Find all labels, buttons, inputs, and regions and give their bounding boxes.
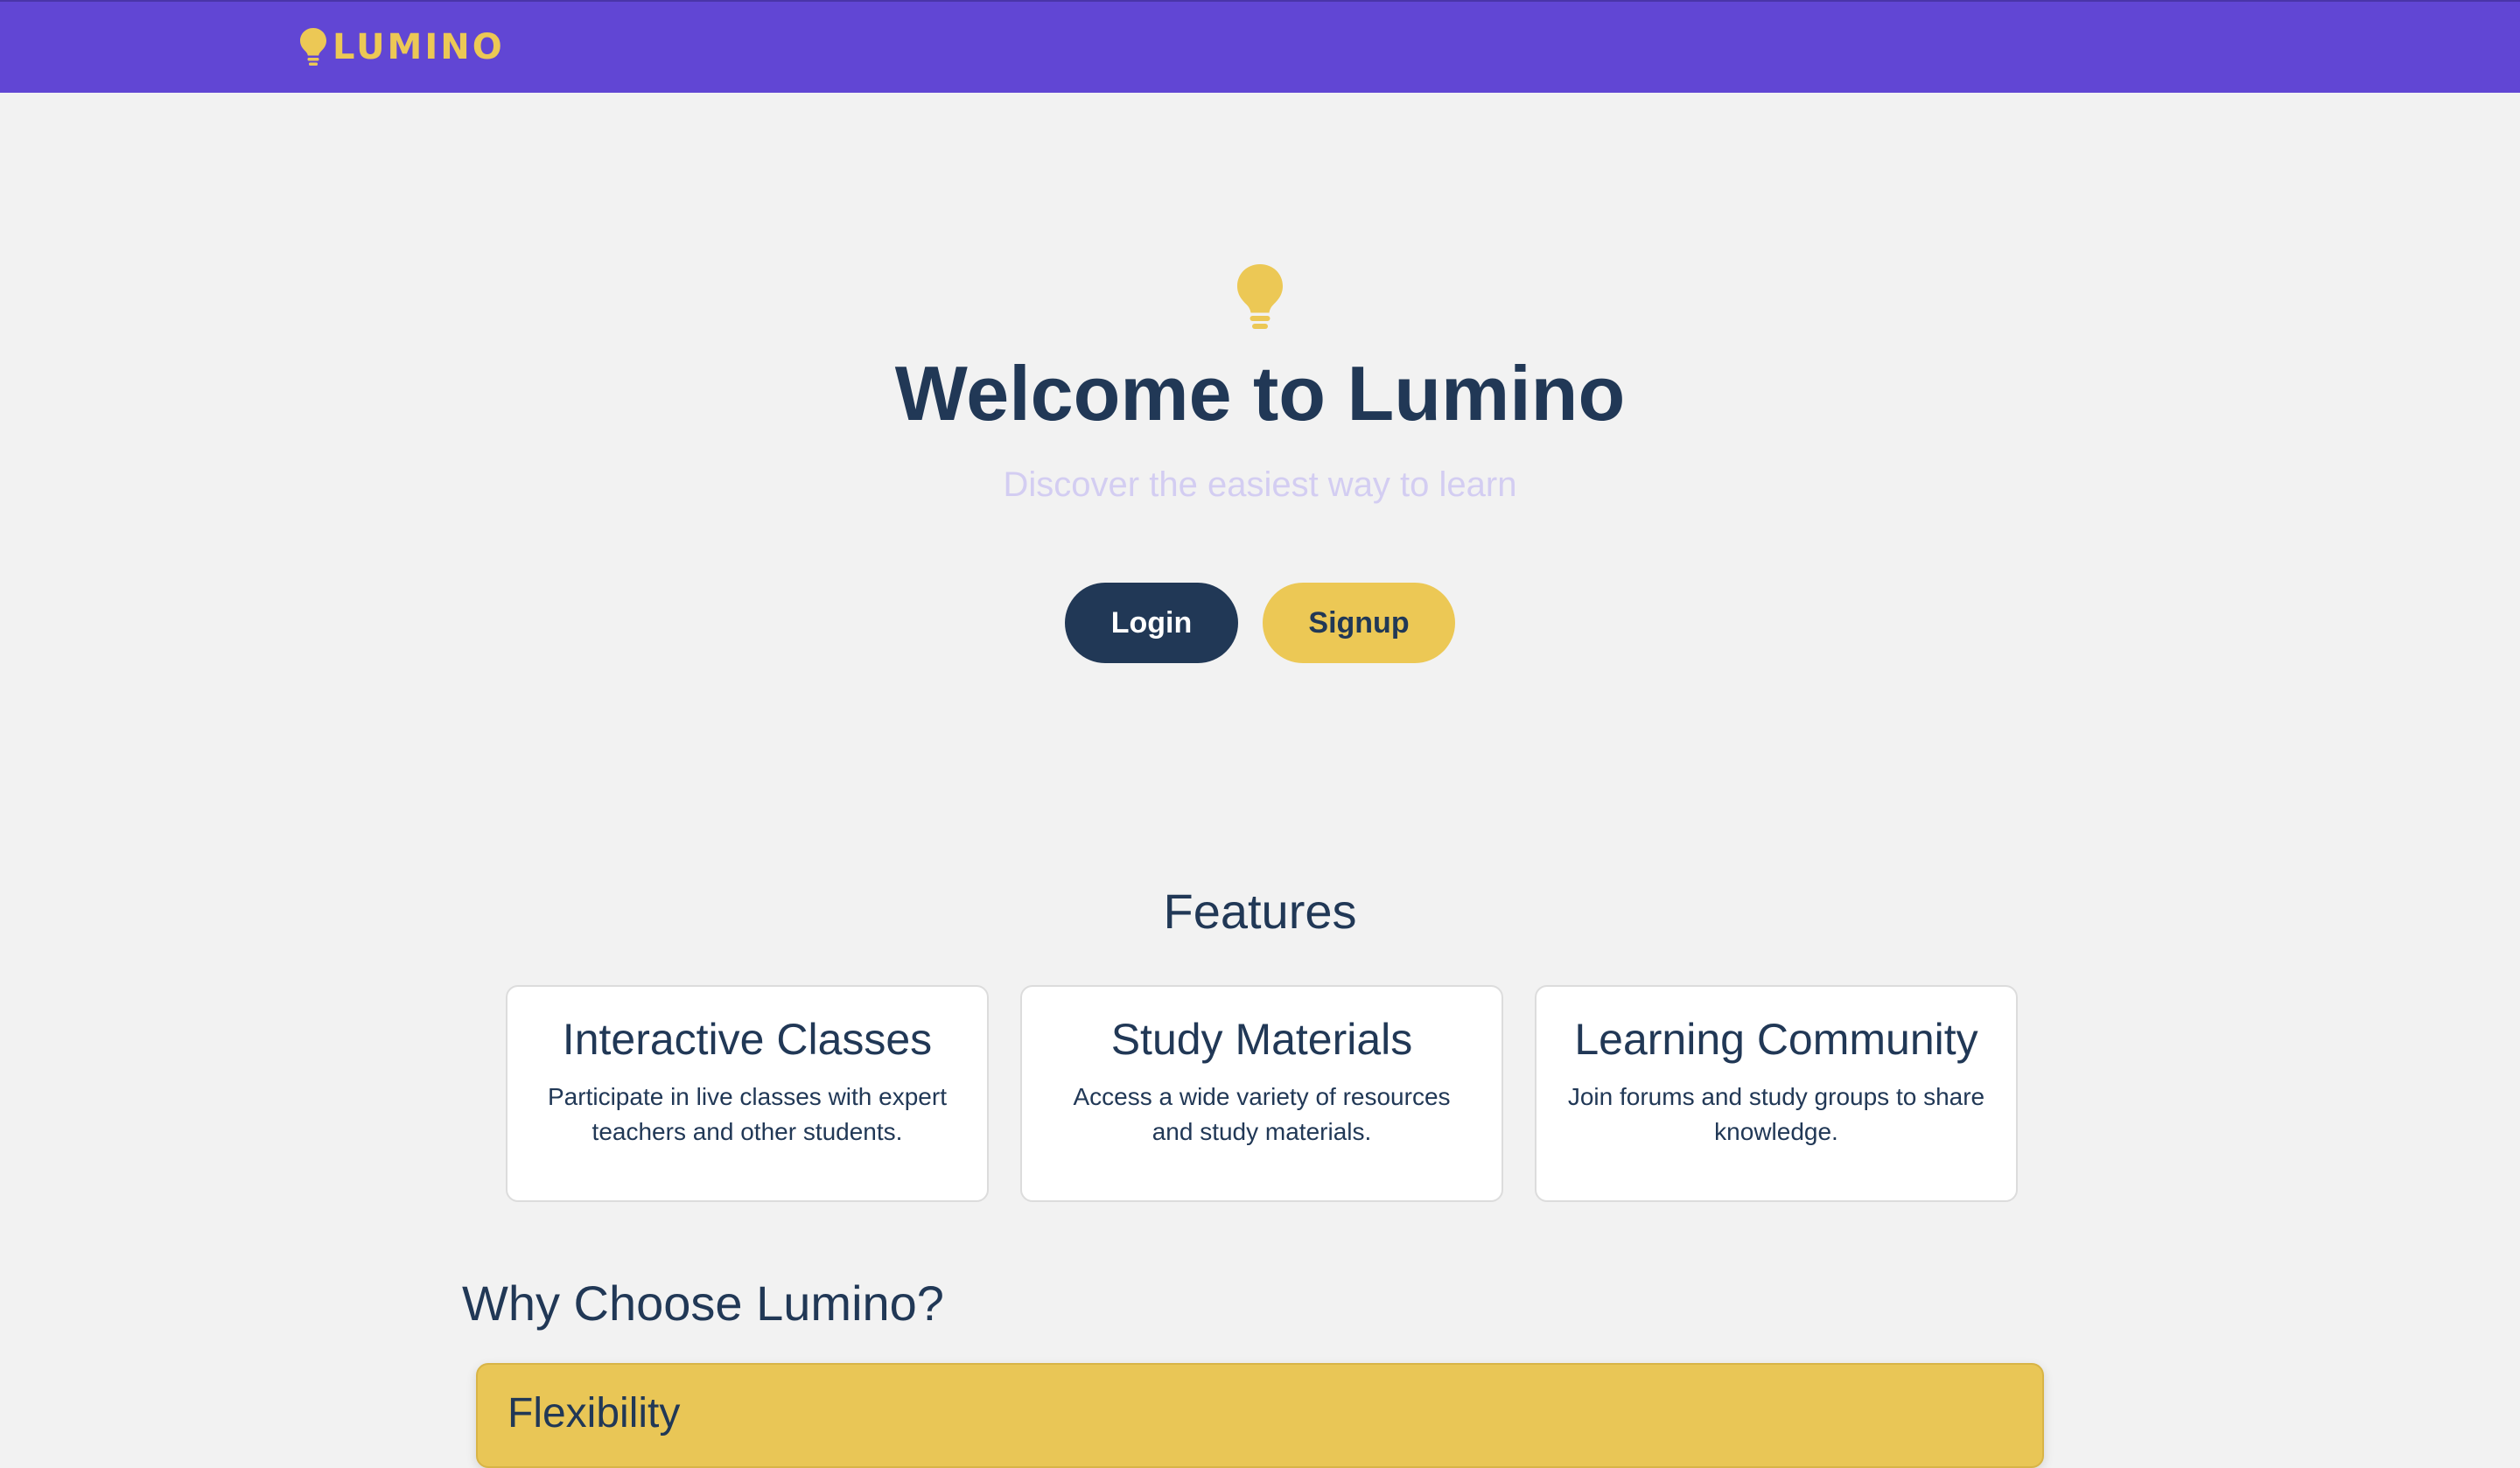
hero-title: Welcome to Lumino <box>894 350 1626 437</box>
features-heading: Features <box>1163 884 1357 939</box>
feature-card-title: Study Materials <box>1110 1015 1413 1064</box>
feature-card-description: Join forums and study groups to share kn… <box>1567 1083 1985 1145</box>
why-card-title: Flexibility <box>508 1390 681 1437</box>
lightbulb-icon <box>300 28 326 66</box>
top-navbar: LUMINO <box>0 0 2520 93</box>
feature-card-interactive-classes: Interactive Classes Participate in live … <box>506 985 989 1202</box>
hero-section: Welcome to Lumino Discover the easiest w… <box>0 262 2520 663</box>
brand-name: LUMINO <box>332 27 505 67</box>
feature-card-title: Interactive Classes <box>562 1015 933 1064</box>
lightbulb-icon <box>1237 264 1283 329</box>
brand-logo-link[interactable]: LUMINO <box>299 26 505 68</box>
feature-card-study-materials: Study Materials Access a wide variety of… <box>1020 985 1503 1202</box>
why-choose-heading: Why Choose Lumino? <box>462 1276 944 1331</box>
feature-card-description: Access a wide variety of resources and s… <box>1073 1083 1451 1145</box>
feature-card-title: Learning Community <box>1574 1015 1978 1064</box>
why-card-flexibility: Flexibility <box>476 1363 2044 1468</box>
login-button[interactable]: Login <box>1065 583 1238 663</box>
feature-card-learning-community: Learning Community Join forums and study… <box>1535 985 2018 1202</box>
hero-actions: Login Signup <box>0 583 2520 663</box>
signup-button[interactable]: Signup <box>1263 583 1455 663</box>
features-list: Interactive Classes Participate in live … <box>506 985 2018 1202</box>
hero-subtitle: Discover the easiest way to learn <box>1003 465 1517 504</box>
feature-card-description: Participate in live classes with expert … <box>548 1083 947 1145</box>
